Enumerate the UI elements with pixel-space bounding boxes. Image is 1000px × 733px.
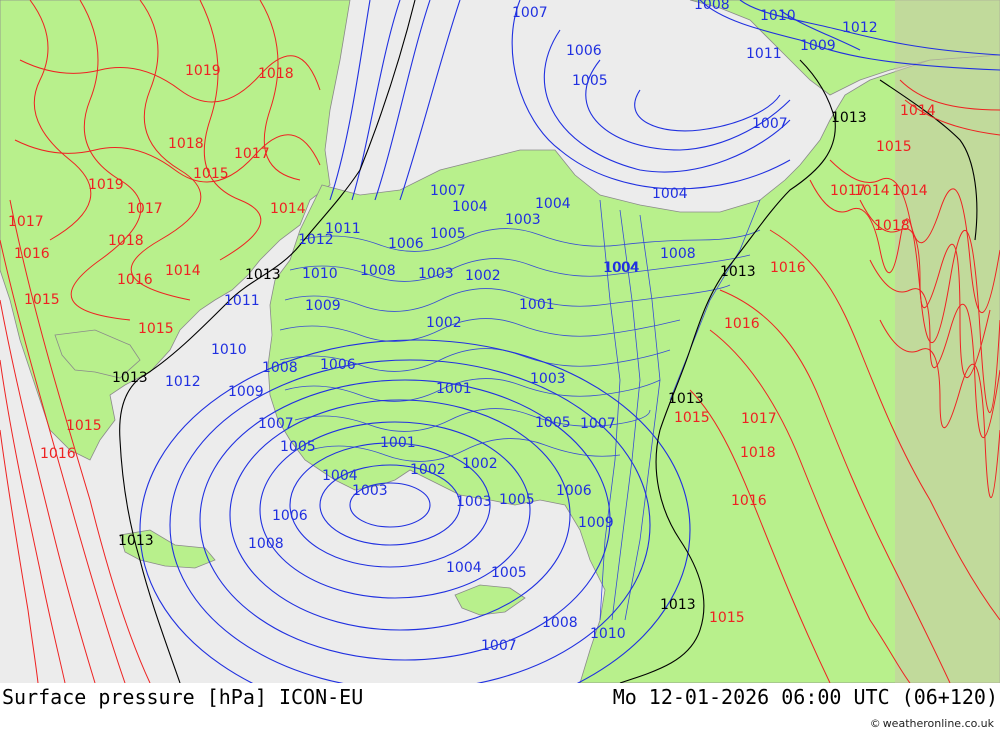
isobar-label: 1004 xyxy=(604,260,640,276)
isobar-label: 1005 xyxy=(535,415,571,431)
isobar-label: 1004 xyxy=(535,196,571,212)
isobar-label: 1003 xyxy=(418,266,454,282)
isobar-label: 1012 xyxy=(298,232,334,248)
isobar-label: 1004 xyxy=(652,186,688,202)
isobar-label: 1007 xyxy=(481,638,517,654)
isobar-label: 1009 xyxy=(228,384,264,400)
isobar-label: 1017 xyxy=(8,214,44,230)
isobar-label: 1005 xyxy=(499,492,535,508)
isobar-label: 1010 xyxy=(590,626,626,642)
isobar-label: 1002 xyxy=(410,462,446,478)
isobar-label: 1015 xyxy=(138,321,174,337)
isobar-label: 1009 xyxy=(305,298,341,314)
isobar-label: 1003 xyxy=(456,494,492,510)
isobar-label: 1007 xyxy=(258,416,294,432)
isobar-label: 1011 xyxy=(746,46,782,62)
isobar-label: 1007 xyxy=(580,416,616,432)
isobar-label: 1008 xyxy=(542,615,578,631)
isobar-label: 1016 xyxy=(40,446,76,462)
isobar-label: 1003 xyxy=(352,483,388,499)
isobar-label: 1013 xyxy=(720,264,756,280)
isobar-label: 1013 xyxy=(660,597,696,613)
isobar-label: 1015 xyxy=(66,418,102,434)
isobar-label: 1006 xyxy=(566,43,602,59)
isobar-label: 1002 xyxy=(426,315,462,331)
isobar-label: 1019 xyxy=(185,63,221,79)
isobar-label: 1016 xyxy=(731,493,767,509)
isobar-label: 1006 xyxy=(556,483,592,499)
isobar-label: 1016 xyxy=(14,246,50,262)
isobar-label: 1015 xyxy=(674,410,710,426)
isobar-label: 1012 xyxy=(165,374,201,390)
valid-time: Mo 12-01-2026 06:00 UTC (06+120) xyxy=(612,685,998,709)
isobar-label: 1017 xyxy=(234,146,270,162)
isobar-label: 1008 xyxy=(360,263,396,279)
isobar-label: 1014 xyxy=(165,263,201,279)
isobar-label: 1014 xyxy=(270,201,306,217)
isobar-label: 1014 xyxy=(892,183,928,199)
isobar-label: 1018 xyxy=(874,218,910,234)
isobar-label: 1005 xyxy=(491,565,527,581)
isobar-label: 1010 xyxy=(302,266,338,282)
isobar-label: 1018 xyxy=(168,136,204,152)
isobar-label: 1015 xyxy=(24,292,60,308)
isobar-label: 1005 xyxy=(572,73,608,89)
isobar-label: 1018 xyxy=(258,66,294,82)
isobar-label: 1013 xyxy=(118,533,154,549)
credit-text: weatheronline.co.uk xyxy=(882,717,994,730)
isobar-label: 1007 xyxy=(512,5,548,21)
isobar-label: 1010 xyxy=(760,8,796,24)
isobar-label: 1019 xyxy=(88,177,124,193)
isobar-label: 1011 xyxy=(224,293,260,309)
isobar-label: 1015 xyxy=(193,166,229,182)
isobar-label: 1013 xyxy=(831,110,867,126)
isobar-label: 1015 xyxy=(709,610,745,626)
isobar-label: 1017 xyxy=(830,183,866,199)
isobar-label: 1009 xyxy=(800,38,836,54)
map-title: Surface pressure [hPa] ICON-EU xyxy=(2,685,364,709)
isobar-label: 1013 xyxy=(245,267,281,283)
isobar-label: 1008 xyxy=(660,246,696,262)
isobar-label: 1016 xyxy=(724,316,760,332)
isobar-label: 1018 xyxy=(740,445,776,461)
isobar-label: 1006 xyxy=(388,236,424,252)
map-canvas: 1007 1006 1005 1008 1010 1012 1009 1011 … xyxy=(0,0,1000,683)
map-footer: Surface pressure [hPa] ICON-EU Mo 12-01-… xyxy=(0,683,1000,733)
isobar-label: 1001 xyxy=(436,381,472,397)
isobar-label: 1005 xyxy=(430,226,466,242)
isobar-label: 1007 xyxy=(752,116,788,132)
isobar-label: 1013 xyxy=(112,370,148,386)
isobar-label: 1001 xyxy=(519,297,555,313)
isobar-label: 1002 xyxy=(462,456,498,472)
isobar-label: 1012 xyxy=(842,20,878,36)
pressure-map: 1007 1006 1005 1008 1010 1012 1009 1011 … xyxy=(0,0,1000,683)
isobar-label: 1017 xyxy=(741,411,777,427)
isobar-label: 1018 xyxy=(108,233,144,249)
isobar-label: 1014 xyxy=(900,103,936,119)
isobar-label: 1010 xyxy=(211,342,247,358)
isobar-label: 1005 xyxy=(280,439,316,455)
isobar-label: 1003 xyxy=(505,212,541,228)
isobar-label: 1009 xyxy=(578,515,614,531)
isobar-label: 1003 xyxy=(530,371,566,387)
isobar-label: 1008 xyxy=(248,536,284,552)
isobar-label: 1017 xyxy=(127,201,163,217)
isobar-label: 1013 xyxy=(668,391,704,407)
isobar-label: 1001 xyxy=(380,435,416,451)
copyright-symbol: © xyxy=(869,717,881,730)
credit-link[interactable]: © weatheronline.co.uk xyxy=(870,717,994,730)
isobar-label: 1008 xyxy=(262,360,298,376)
isobar-label: 1002 xyxy=(465,268,501,284)
isobar-label: 1016 xyxy=(770,260,806,276)
isobar-label: 1006 xyxy=(320,357,356,373)
isobar-label: 1016 xyxy=(117,272,153,288)
isobar-label: 1004 xyxy=(446,560,482,576)
isobar-label: 1004 xyxy=(322,468,358,484)
isobar-label: 1004 xyxy=(452,199,488,215)
isobar-label: 1006 xyxy=(272,508,308,524)
isobar-label: 1008 xyxy=(694,0,730,13)
isobar-label: 1015 xyxy=(876,139,912,155)
isobar-label: 1007 xyxy=(430,183,466,199)
